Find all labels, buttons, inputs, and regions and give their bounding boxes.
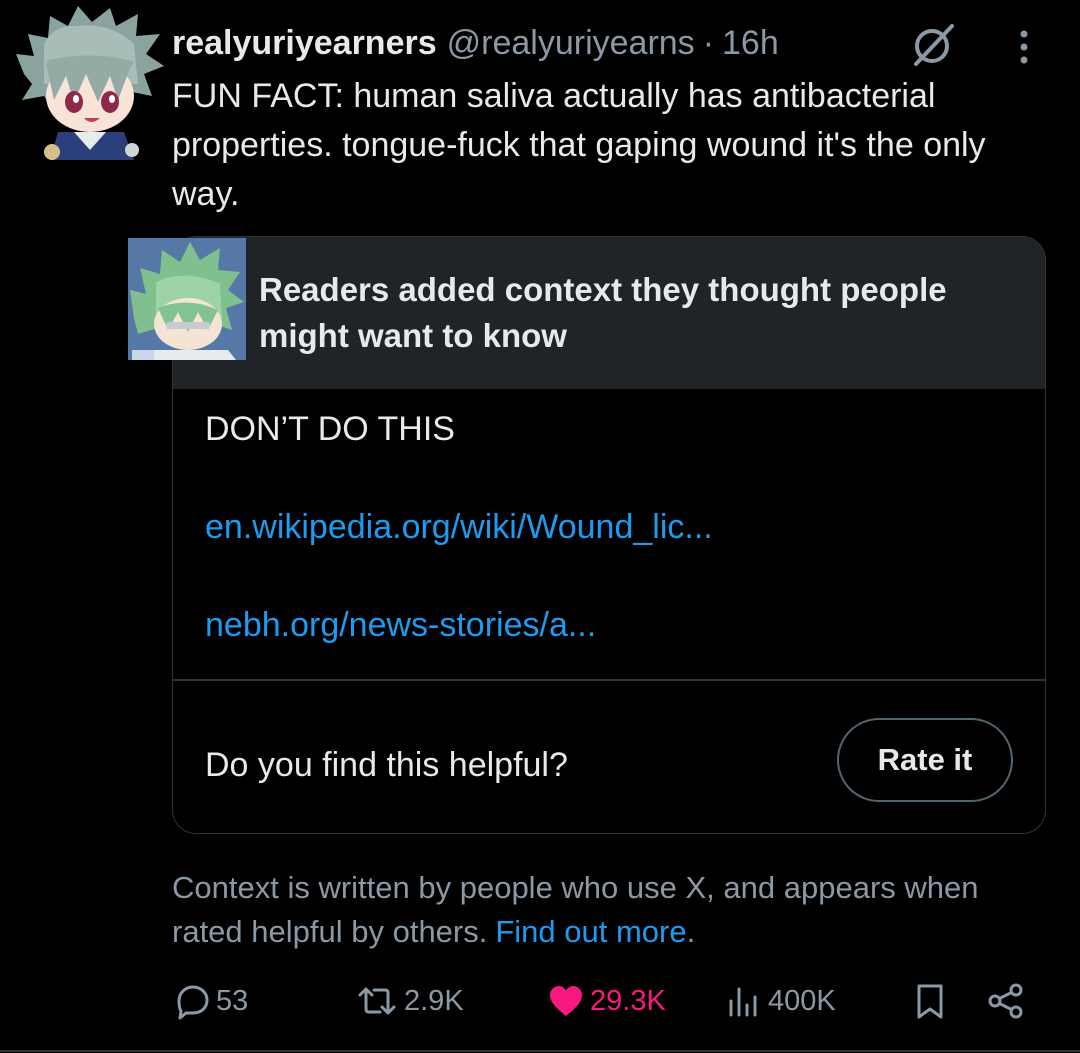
- display-name[interactable]: realyuriyearners: [172, 24, 437, 63]
- share-button[interactable]: [986, 970, 1026, 1032]
- repost-count: 2.9K: [404, 984, 464, 1017]
- reply-count: 53: [216, 984, 249, 1017]
- bottom-divider: [0, 1050, 1080, 1052]
- find-out-more-link[interactable]: Find out more: [495, 914, 686, 949]
- timestamp[interactable]: 16h: [722, 24, 779, 63]
- community-note-text: DON’T DO THIS: [205, 410, 455, 448]
- views-button[interactable]: 400K: [724, 970, 836, 1032]
- community-note-card: Readers added context they thought peopl…: [172, 236, 1046, 834]
- grok-icon[interactable]: [908, 18, 960, 70]
- community-note-body: DON’T DO THIS en.wikipedia.org/wiki/Woun…: [205, 407, 1005, 647]
- bookmark-icon: [917, 984, 943, 1019]
- views-count: 400K: [768, 984, 836, 1017]
- views-icon: [729, 987, 757, 1017]
- separator-dot: ·: [702, 23, 715, 62]
- note-link-nebh[interactable]: nebh.org/news-stories/a...: [205, 603, 1005, 647]
- share-icon: [988, 983, 1023, 1019]
- note-divider: [173, 679, 1045, 681]
- user-handle[interactable]: @realyuriyearns: [447, 24, 695, 63]
- tweet-header: realyuriyearners @realyuriyearns · 16h: [172, 18, 779, 68]
- reply-icon: [177, 985, 209, 1020]
- repost-button[interactable]: 2.9K: [354, 970, 464, 1032]
- heart-filled-icon: [550, 986, 582, 1016]
- community-note-header: Readers added context they thought peopl…: [173, 237, 1045, 389]
- more-dots-icon[interactable]: [1004, 22, 1044, 70]
- bookmark-button[interactable]: [910, 970, 950, 1032]
- context-info-suffix: .: [686, 914, 696, 949]
- rate-it-button[interactable]: Rate it: [837, 718, 1013, 802]
- tweet-text: FUN FACT: human saliva actually has anti…: [172, 77, 986, 213]
- note-link-wikipedia[interactable]: en.wikipedia.org/wiki/Wound_lic...: [205, 505, 1005, 549]
- like-button[interactable]: 29.3K: [546, 970, 666, 1032]
- action-bar: 53 2.9K 29.3K 400K: [0, 970, 1080, 1032]
- author-avatar[interactable]: [14, 4, 164, 164]
- repost-icon: [358, 987, 396, 1015]
- context-info: Context is written by people who use X, …: [172, 866, 1052, 954]
- like-count: 29.3K: [590, 984, 666, 1017]
- reply-button[interactable]: 53: [172, 970, 248, 1032]
- tweet-detail: realyuriyearners @realyuriyearns · 16h F…: [0, 0, 1080, 1053]
- helpful-question: Do you find this helpful?: [205, 746, 568, 784]
- community-note-avatar: [128, 238, 246, 360]
- community-note-title: Readers added context they thought peopl…: [259, 271, 947, 354]
